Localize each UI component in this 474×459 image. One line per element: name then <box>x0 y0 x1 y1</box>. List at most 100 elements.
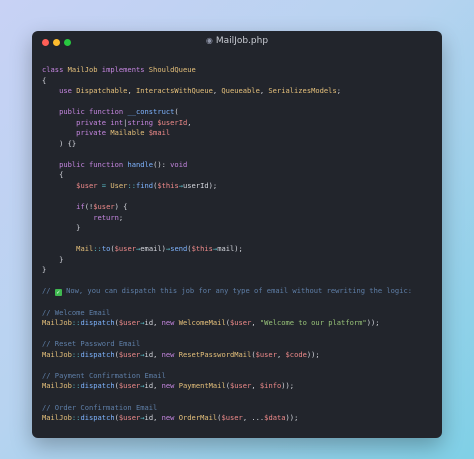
code-token: $user <box>221 413 243 423</box>
code-line: private int|string $userId, <box>42 118 436 129</box>
code-token: public function <box>59 159 128 169</box>
code-line: // Reset Password Email <box>42 339 436 350</box>
code-token: :: <box>127 181 136 191</box>
code-token: InteractsWithQueue <box>135 86 213 96</box>
code-editor[interactable]: class MailJob implements ShouldQueue { us… <box>42 65 436 424</box>
code-line: MailJob::dispatch($user→id, new WelcomeM… <box>42 318 436 329</box>
code-token: , ... <box>242 413 265 423</box>
code-token: dispatch <box>80 381 115 391</box>
code-token: MailJob <box>42 381 72 391</box>
code-token: implements <box>101 65 149 74</box>
code-token: , <box>127 86 136 96</box>
code-line: class MailJob implements ShouldQueue <box>42 65 436 76</box>
code-token: ShouldQueue <box>148 65 196 74</box>
code-token: use <box>59 86 77 96</box>
code-token: { <box>42 170 64 180</box>
code-token: MailJob <box>67 65 102 74</box>
code-line: { <box>42 170 436 181</box>
code-token: return <box>93 212 119 222</box>
code-token: userId); <box>183 181 218 191</box>
code-token: (): <box>153 159 171 169</box>
code-token: :: <box>93 244 102 254</box>
code-token: class <box>42 65 68 74</box>
code-token: id, <box>144 318 162 328</box>
file-tab[interactable]: ◉ MailJob.php <box>32 36 442 46</box>
code-line: } <box>42 255 436 266</box>
code-token: // Reset Password Email <box>42 339 141 349</box>
code-token: id, <box>144 413 162 423</box>
code-line: MailJob::dispatch($user→id, new ResetPas… <box>42 350 436 361</box>
code-token: $this <box>191 244 213 254</box>
file-tab-label: MailJob.php <box>215 36 269 46</box>
code-window: ◉ MailJob.php class MailJob implements Sh… <box>32 31 442 438</box>
code-token: email) <box>140 244 166 254</box>
code-token: private <box>76 128 111 138</box>
code-line: if(!$user) { <box>42 202 436 213</box>
code-token: __construct <box>127 107 175 117</box>
code-token: $userId <box>157 117 188 127</box>
code-line: // ✓ Now, you can dispatch this job for … <box>42 286 436 297</box>
code-line: ) {} <box>42 139 436 150</box>
code-line: use Dispatchable, InteractsWithQueue, Qu… <box>42 86 436 97</box>
code-token: SerializesModels <box>268 86 337 96</box>
code-token: new <box>161 413 179 423</box>
code-token: , <box>251 381 260 391</box>
code-token: $this <box>157 181 179 191</box>
code-token: $user <box>93 202 115 212</box>
checkmark-icon: ✓ <box>54 289 62 297</box>
code-token: )); <box>281 381 295 391</box>
code-token: dispatch <box>80 318 115 328</box>
code-token: // Welcome Email <box>42 307 111 317</box>
code-token: $user <box>76 181 102 191</box>
code-line: MailJob::dispatch($user→id, new OrderMai… <box>42 413 436 424</box>
code-token: WelcomeMail <box>178 318 226 328</box>
code-token: (! <box>84 202 94 212</box>
code-token: $mail <box>148 128 171 138</box>
code-token: )); <box>306 349 320 359</box>
code-token: id, <box>144 381 162 391</box>
code-line: public function handle(): void <box>42 160 436 171</box>
code-token: $user <box>114 244 136 254</box>
code-token: $user <box>118 381 141 391</box>
code-token: // Order Confirmation Email <box>42 402 158 412</box>
code-token: OrderMail <box>178 413 218 423</box>
code-token: $user <box>118 413 141 423</box>
code-token: , <box>187 117 192 127</box>
code-token: $data <box>264 413 286 423</box>
code-token: int <box>110 117 124 127</box>
code-token: // Payment Confirmation Email <box>42 370 166 380</box>
code-token: PaymentMail <box>178 381 226 391</box>
code-token: find <box>135 181 154 191</box>
code-token: MailJob <box>42 349 72 359</box>
code-line: $user = User::find($this→userId); <box>42 181 436 192</box>
code-token: public function <box>59 107 128 117</box>
code-token: )); <box>366 318 380 328</box>
code-token: MailJob <box>42 413 72 423</box>
code-line: public function __construct( <box>42 107 436 118</box>
code-token: send <box>170 244 188 254</box>
code-token: $user <box>118 318 141 328</box>
code-token: mail); <box>217 244 243 254</box>
code-token: $code <box>285 349 307 359</box>
code-line: private Mailable $mail <box>42 128 436 139</box>
code-token: new <box>161 381 179 391</box>
php-file-icon: ◉ <box>205 36 213 45</box>
code-line: return; <box>42 213 436 224</box>
code-token: id, <box>144 349 162 359</box>
code-token: $user <box>118 349 141 359</box>
code-token: ) { <box>114 202 128 212</box>
window-titlebar: ◉ MailJob.php <box>32 31 442 53</box>
code-token: MailJob <box>42 318 72 328</box>
